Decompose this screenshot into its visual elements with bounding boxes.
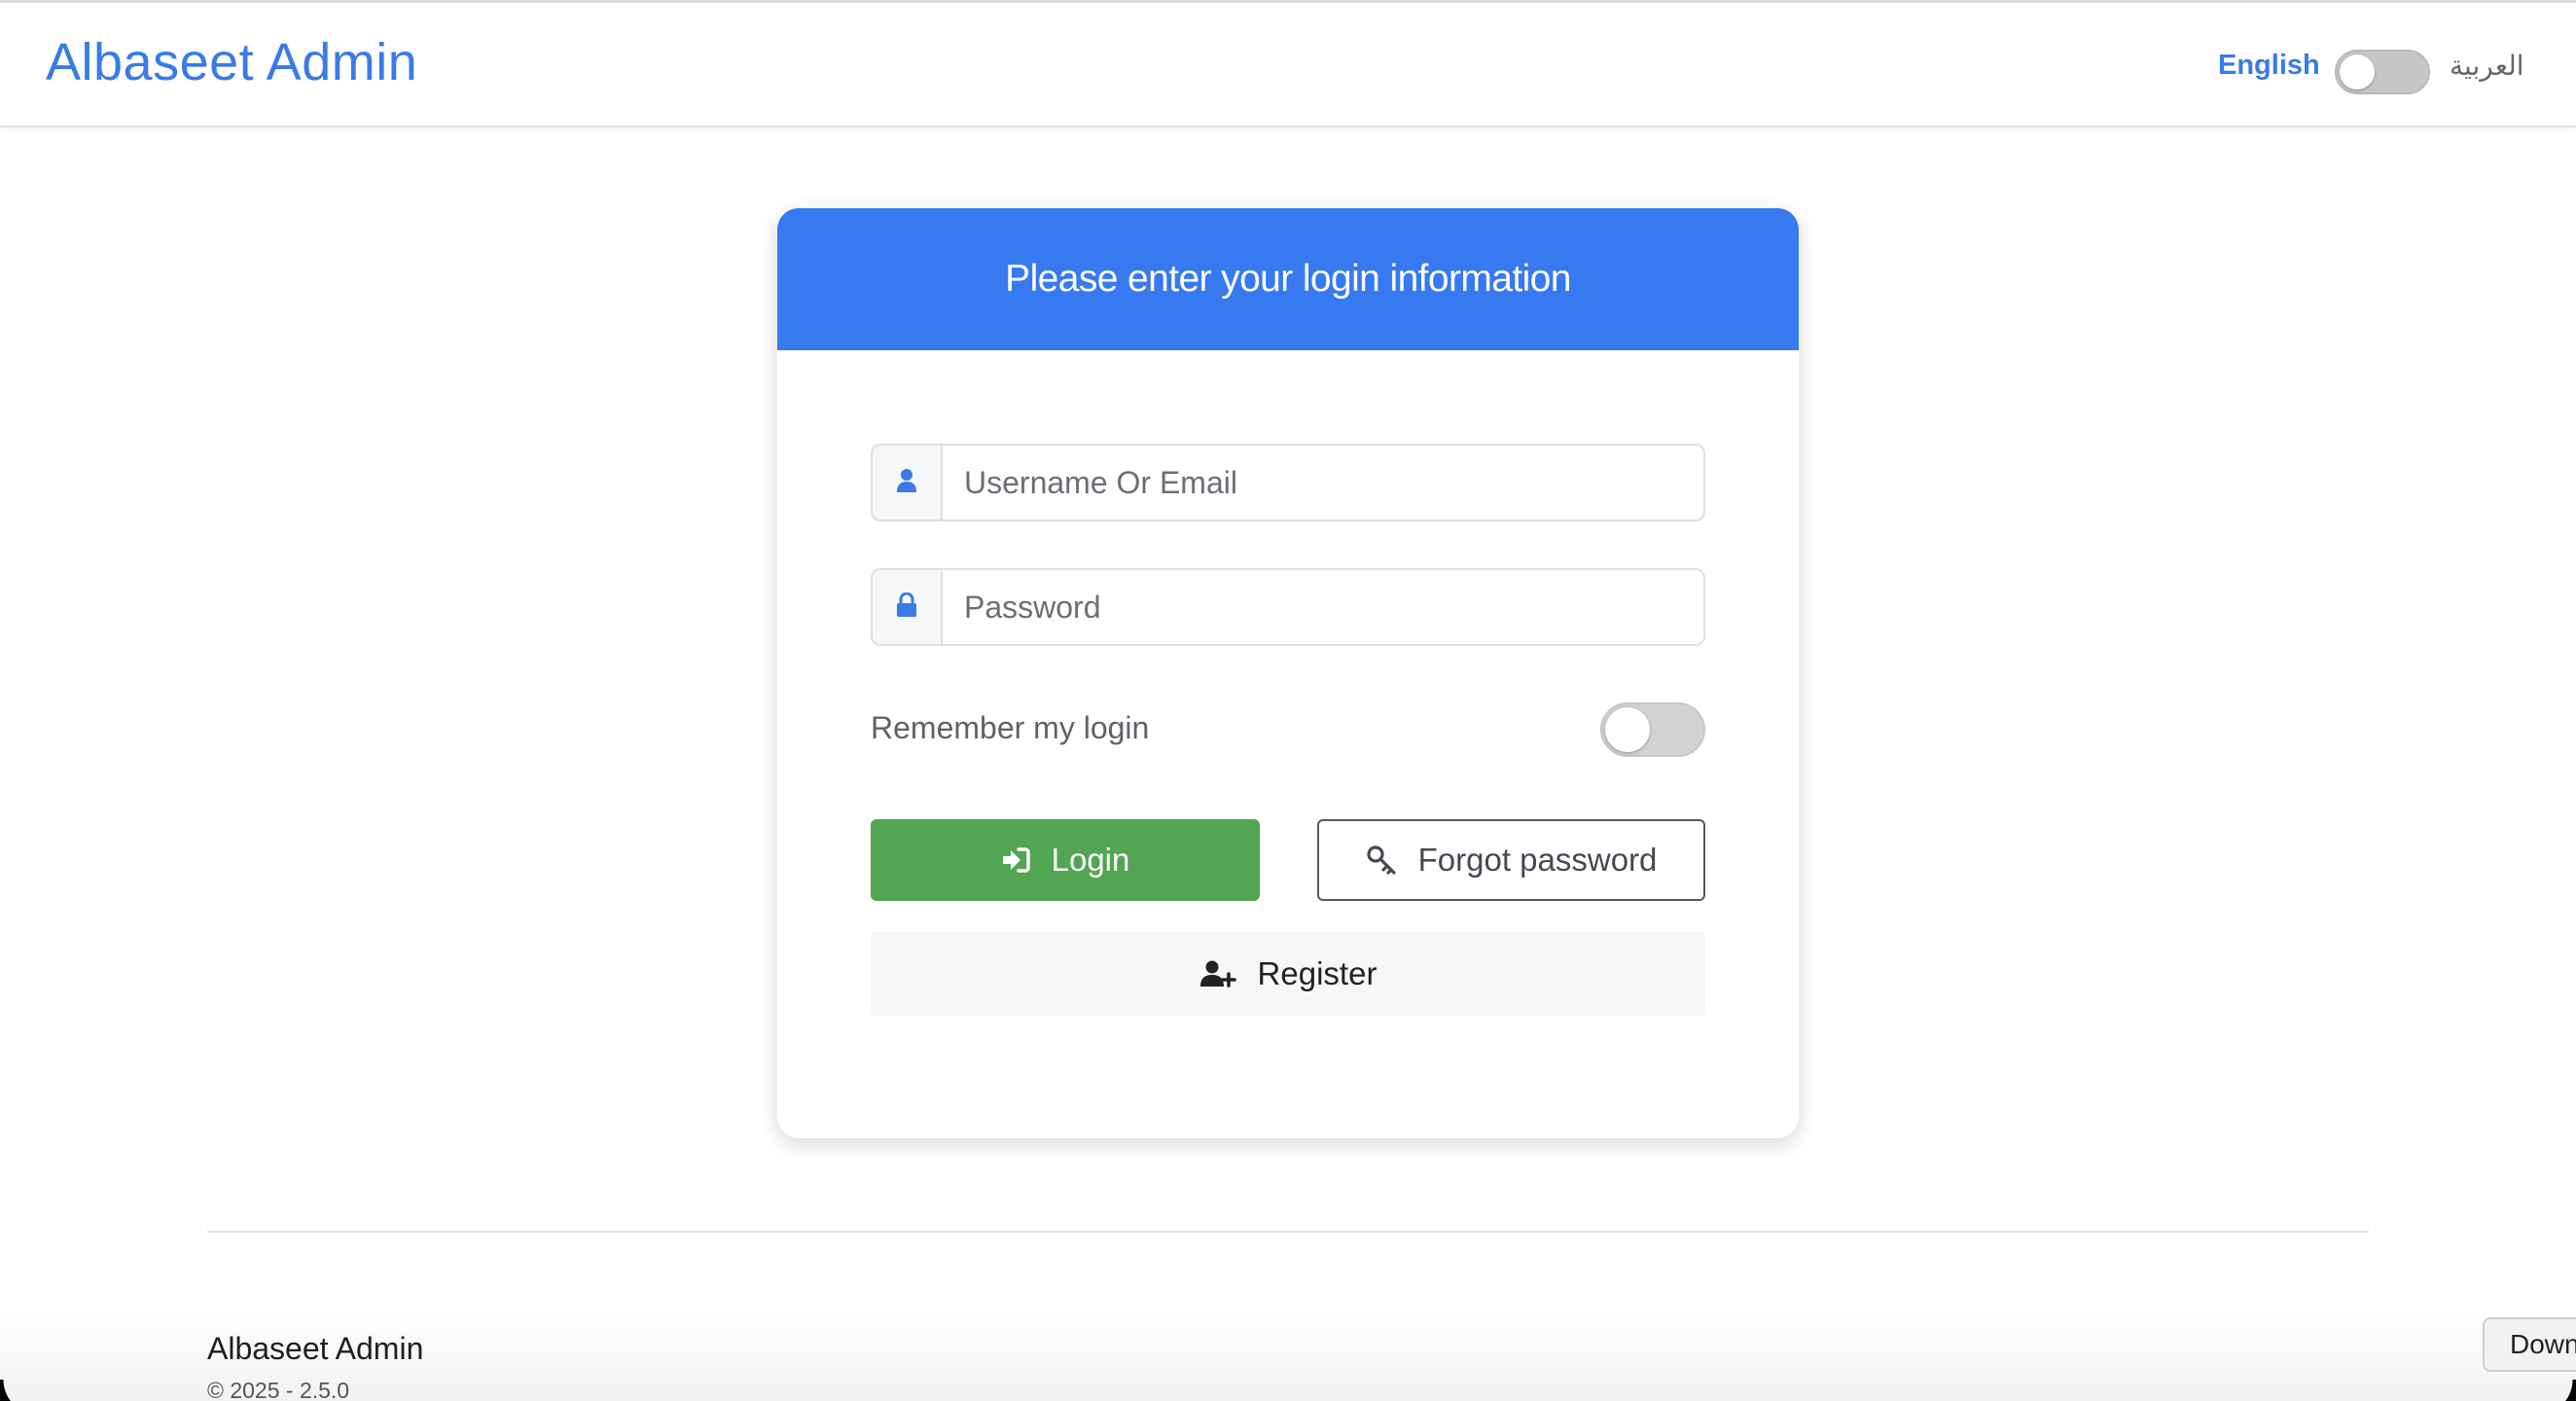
remember-label: Remember my login <box>871 710 1150 745</box>
remember-toggle[interactable] <box>1600 702 1705 757</box>
user-plus-icon <box>1199 960 1236 988</box>
remember-toggle-knob <box>1605 707 1650 752</box>
top-navbar: Albaseet Admin English العربية <box>0 0 2576 127</box>
footer-version: © 2025 - 2.5.0 <box>207 1378 350 1401</box>
forgot-password-label: Forgot password <box>1417 842 1658 878</box>
login-page: Albaseet Admin English العربية Please en… <box>0 0 2576 1401</box>
password-field <box>871 568 1705 646</box>
key-icon <box>1366 844 1397 876</box>
language-english-label: English <box>2218 50 2320 81</box>
login-card: Please enter your login information User… <box>777 208 1799 1138</box>
username-addon <box>873 446 943 520</box>
register-label: Register <box>1257 955 1377 991</box>
login-card-title: Please enter your login information <box>1005 258 1571 300</box>
language-toggle-knob <box>2340 54 2375 90</box>
sign-in-icon <box>1001 846 1030 874</box>
footer-divider <box>207 1231 2369 1233</box>
footer-brand: Albaseet Admin <box>207 1331 424 1366</box>
password-input[interactable] <box>943 570 1703 644</box>
user-icon <box>896 468 917 498</box>
username-input[interactable] <box>943 446 1703 520</box>
screen-corner-left <box>0 1380 39 1401</box>
login-button-label: Login <box>1051 842 1130 878</box>
forgot-password-button[interactable]: Forgot password <box>1317 819 1705 901</box>
password-addon <box>873 570 943 644</box>
login-card-header: Please enter your login information <box>777 208 1799 350</box>
language-toggle[interactable] <box>2335 50 2430 94</box>
username-field <box>871 444 1705 521</box>
register-button[interactable]: Register <box>871 932 1705 1016</box>
screen-corner-right <box>2537 1380 2576 1401</box>
brand-link[interactable]: Albaseet Admin <box>46 32 417 92</box>
down-button[interactable]: Down <box>2483 1317 2576 1372</box>
lock-icon <box>896 592 917 623</box>
language-arabic-label: العربية <box>2450 51 2524 81</box>
login-button[interactable]: Login <box>871 819 1260 901</box>
